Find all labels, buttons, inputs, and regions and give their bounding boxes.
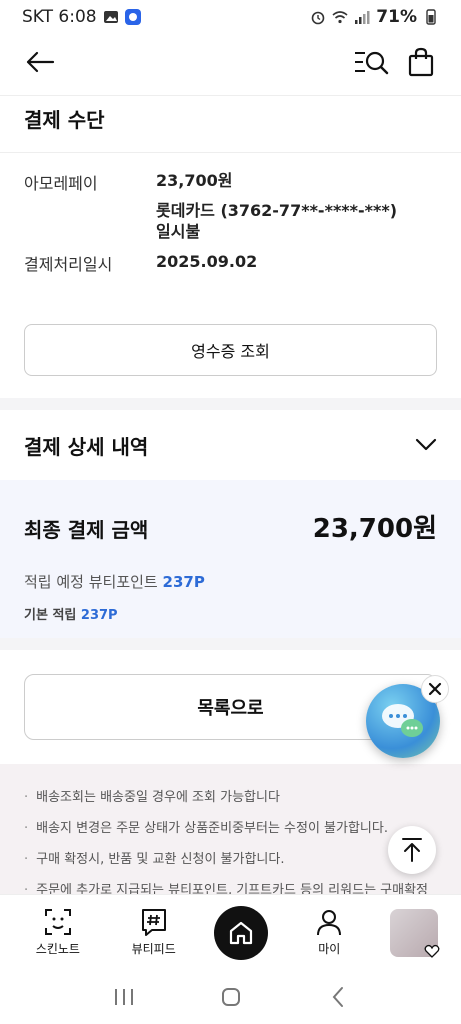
face-scan-icon xyxy=(44,909,71,935)
back-system-button[interactable] xyxy=(318,977,358,1017)
app-header xyxy=(0,34,461,90)
installment-type: 일시불 xyxy=(156,222,201,242)
nav-skin-note-label: 스킨노트 xyxy=(35,942,80,956)
alarm-icon xyxy=(311,11,325,25)
home-system-button[interactable] xyxy=(211,977,251,1017)
back-arrow-icon xyxy=(26,51,55,73)
chevron-down-icon xyxy=(415,438,437,451)
nav-beauty-feed-label: 뷰티피드 xyxy=(131,942,176,956)
basic-points-label: 기본 적립 xyxy=(24,608,77,623)
basic-points-value: 237P xyxy=(80,608,118,623)
payment-method-title: 결제 수단 xyxy=(0,95,461,153)
shopping-bag-icon xyxy=(408,47,434,77)
home-square-icon xyxy=(221,988,240,1006)
bottom-nav: 스킨노트 뷰티피드 마이 xyxy=(0,894,461,970)
back-button[interactable] xyxy=(20,42,60,82)
basic-points-row: 기본 적립 237P xyxy=(24,604,437,623)
hashtag-icon xyxy=(141,909,166,936)
status-right: 71% xyxy=(310,7,439,27)
expected-points-label: 적립 예정 뷰티포인트 xyxy=(24,573,158,591)
app-notification-icon xyxy=(124,9,141,25)
system-nav-bar xyxy=(0,970,461,1024)
heart-icon xyxy=(424,944,440,958)
final-amount-row: 최종 결제 금액 23,700원 xyxy=(24,508,437,545)
carrier-time: SKT 6:08 xyxy=(22,7,97,27)
card-info: 롯데카드 (3762-77**-****-***) xyxy=(156,200,398,220)
expected-points-value: 237P xyxy=(162,573,205,591)
nav-beauty-feed[interactable]: 뷰티피드 xyxy=(119,908,189,957)
close-icon xyxy=(428,682,442,696)
recent-product-thumbnail[interactable] xyxy=(390,908,440,958)
payment-date-label: 결제처리일시 xyxy=(24,254,113,274)
notice-item: 배송조회는 배송중일 경우에 조회 가능합니다 xyxy=(24,786,437,805)
receipt-button[interactable]: 영수증 조회 xyxy=(24,324,437,376)
final-amount-label: 최종 결제 금액 xyxy=(24,518,149,542)
cart-button[interactable] xyxy=(401,42,441,82)
arrow-up-icon xyxy=(402,838,422,862)
signal-icon xyxy=(355,11,370,24)
payment-date-value: 2025.09.02 xyxy=(156,251,258,271)
payment-amount: 23,700원 xyxy=(156,171,233,190)
nav-my-label: 마이 xyxy=(318,942,341,956)
payment-detail-toggle[interactable]: 결제 상세 내역 xyxy=(0,410,461,480)
home-icon xyxy=(230,921,253,944)
final-amount-value: 23,700원 xyxy=(312,514,437,544)
payment-summary: 최종 결제 금액 23,700원 적립 예정 뷰티포인트 237P 기본 적립 … xyxy=(0,480,461,638)
section-divider xyxy=(0,638,461,650)
payment-row-amorepay: 아모레페이 23,700원 롯데카드 (3762-77**-****-***) … xyxy=(24,170,444,243)
gallery-icon xyxy=(103,11,118,23)
recent-apps-button[interactable] xyxy=(104,977,144,1017)
nav-home-button[interactable] xyxy=(214,905,269,960)
status-bar: SKT 6:08 71% xyxy=(0,0,461,34)
person-icon xyxy=(317,910,342,936)
search-menu-icon xyxy=(355,51,389,75)
expected-points-row: 적립 예정 뷰티포인트 237P xyxy=(24,571,437,592)
section-divider xyxy=(0,398,461,410)
battery-percent: 71% xyxy=(376,7,417,27)
notice-item: 주문에 추가로 지급되는 뷰티포인트, 기프트카드 등의 리워드는 구매확정 xyxy=(24,879,437,894)
payment-method-label: 아모레페이 xyxy=(24,174,98,193)
chat-close-button[interactable] xyxy=(421,675,449,703)
status-left: SKT 6:08 xyxy=(22,7,141,27)
wifi-icon xyxy=(332,11,348,24)
search-menu-button[interactable] xyxy=(351,42,391,82)
nav-my[interactable]: 마이 xyxy=(294,908,364,957)
payment-details: 아모레페이 23,700원 롯데카드 (3762-77**-****-***) … xyxy=(24,170,444,283)
notice-item: 구매 확정시, 반품 및 교환 신청이 불가합니다. xyxy=(24,848,437,867)
payment-detail-title: 결제 상세 내역 xyxy=(24,434,149,459)
battery-icon xyxy=(426,9,436,25)
nav-skin-note[interactable]: 스킨노트 xyxy=(23,908,93,957)
scroll-top-button[interactable] xyxy=(388,826,436,874)
recent-apps-icon xyxy=(114,989,133,1005)
payment-row-date: 결제처리일시 2025.09.02 xyxy=(24,251,444,275)
back-chevron-icon xyxy=(332,987,343,1007)
payment-method-value: 23,700원 롯데카드 (3762-77**-****-***) 일시불 xyxy=(156,170,397,243)
notice-item: 배송지 변경은 주문 상태가 상품준비중부터는 수정이 불가합니다. xyxy=(24,817,437,836)
notice-list: 배송조회는 배송중일 경우에 조회 가능합니다 배송지 변경은 주문 상태가 상… xyxy=(0,764,461,894)
